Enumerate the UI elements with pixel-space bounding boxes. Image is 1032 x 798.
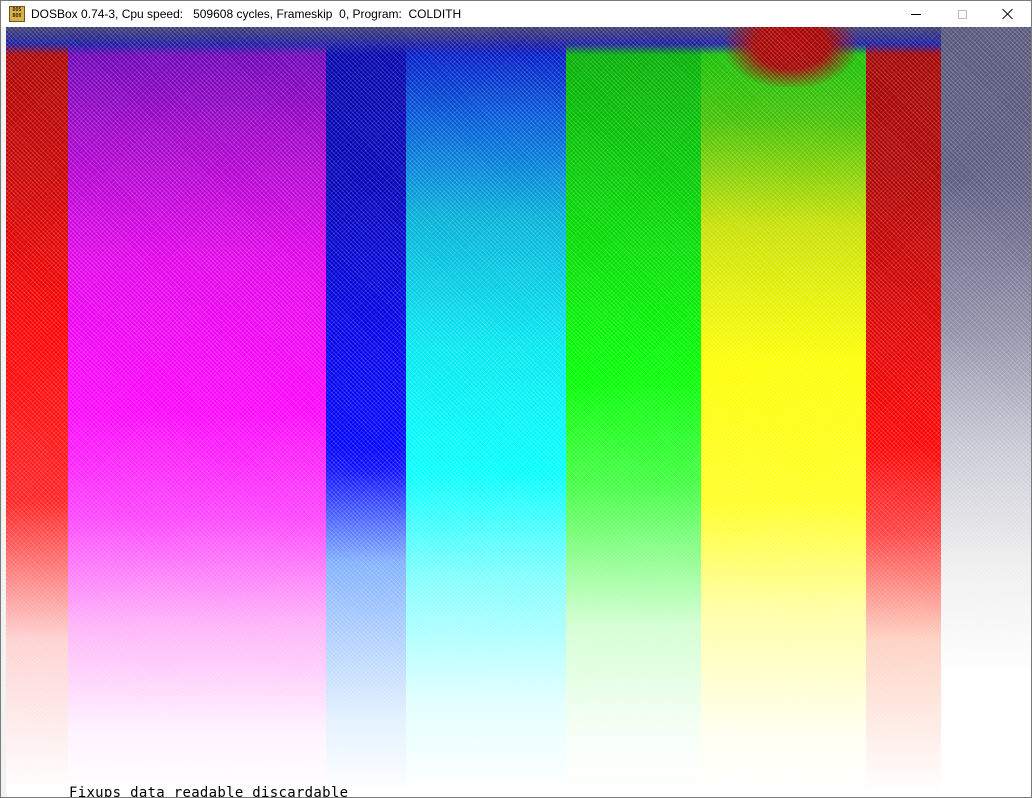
underlying-text: Fixups data readable discardable [69, 785, 349, 797]
dosbox-window: DOS BOX DOSBox 0.74-3, Cpu speed: 509608… [0, 0, 1032, 798]
app-icon-text-bottom: BOX [12, 13, 22, 19]
maximize-button[interactable] [939, 1, 985, 27]
title-bar[interactable]: DOS BOX DOSBox 0.74-3, Cpu speed: 509608… [1, 1, 1031, 27]
close-icon [1002, 8, 1014, 20]
dosbox-icon[interactable]: DOS BOX [9, 6, 25, 22]
minimize-button[interactable] [893, 1, 939, 27]
color-dither-display[interactable] [6, 27, 1031, 793]
window-title: DOSBox 0.74-3, Cpu speed: 509608 cycles,… [31, 7, 462, 21]
close-button[interactable] [985, 1, 1031, 27]
dos-client-area[interactable]: Fixups data readable discardable [1, 27, 1031, 797]
maximize-icon [957, 9, 967, 19]
dither-pattern [6, 27, 1031, 793]
minimize-icon [911, 13, 921, 15]
